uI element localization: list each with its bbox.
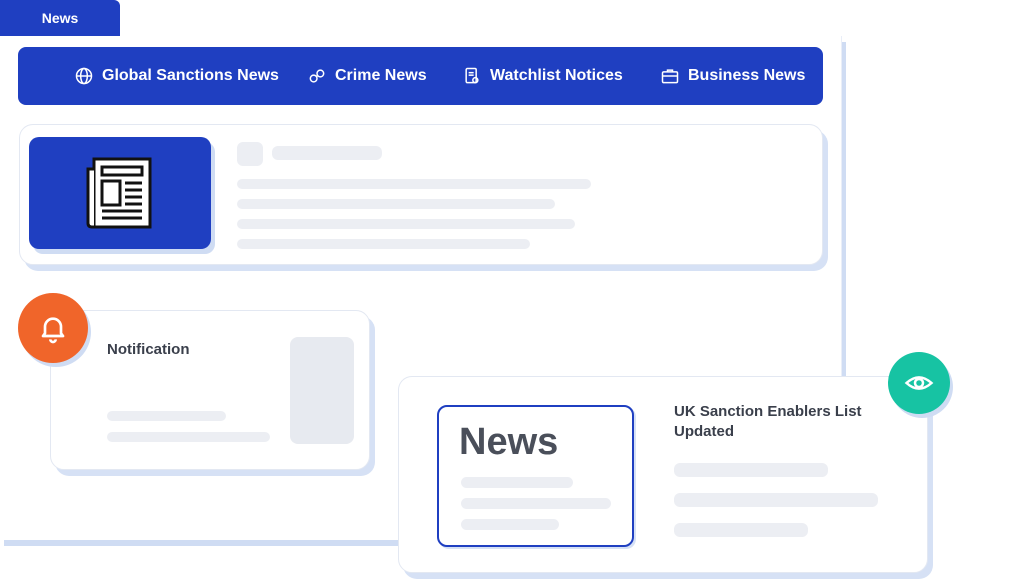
- placeholder-line: [674, 523, 808, 537]
- placeholder-line: [461, 477, 573, 488]
- handcuffs-icon: [309, 69, 325, 83]
- placeholder-image: [290, 337, 354, 444]
- placeholder-icon: [237, 142, 263, 166]
- placeholder-line: [461, 519, 559, 530]
- nav-item-label: Global Sanctions News: [102, 67, 279, 84]
- category-nav: Global Sanctions News Crime News Watchli…: [18, 47, 823, 105]
- placeholder-line: [237, 199, 555, 209]
- featured-news-title: UK Sanction Enablers List Updated: [674, 403, 862, 440]
- globe-icon: [75, 67, 93, 85]
- notification-title: Notification: [107, 341, 190, 358]
- news-thumbnail: [29, 137, 211, 249]
- bell-icon: [41, 317, 65, 344]
- placeholder-line: [237, 239, 530, 249]
- placeholder-line: [272, 146, 382, 160]
- placeholder-line: [674, 493, 878, 507]
- news-preview-label: News: [459, 421, 559, 463]
- eye-icon: [904, 376, 934, 390]
- placeholder-line: [461, 498, 611, 509]
- news-preview: News: [437, 405, 634, 547]
- nav-item-label: Crime News: [335, 67, 427, 84]
- nav-item-label: Business News: [688, 67, 806, 84]
- watchlist-document-icon: [465, 67, 479, 84]
- placeholder-line: [674, 463, 828, 477]
- nav-item-global-sanctions-news[interactable]: Global Sanctions News: [74, 66, 279, 86]
- newspaper-icon: [86, 157, 152, 229]
- nav-item-crime-news[interactable]: Crime News: [307, 66, 427, 86]
- placeholder-line: [107, 432, 270, 442]
- nav-item-watchlist-notices[interactable]: Watchlist Notices: [462, 66, 623, 86]
- placeholder-line: [107, 411, 226, 421]
- tab-news[interactable]: News: [0, 0, 120, 36]
- briefcase-icon: [661, 69, 679, 84]
- eye-badge[interactable]: [888, 352, 950, 414]
- nav-item-label: Watchlist Notices: [490, 67, 623, 84]
- placeholder-line: [237, 219, 575, 229]
- nav-item-business-news[interactable]: Business News: [660, 66, 805, 86]
- bell-badge[interactable]: [18, 293, 88, 363]
- placeholder-line: [237, 179, 591, 189]
